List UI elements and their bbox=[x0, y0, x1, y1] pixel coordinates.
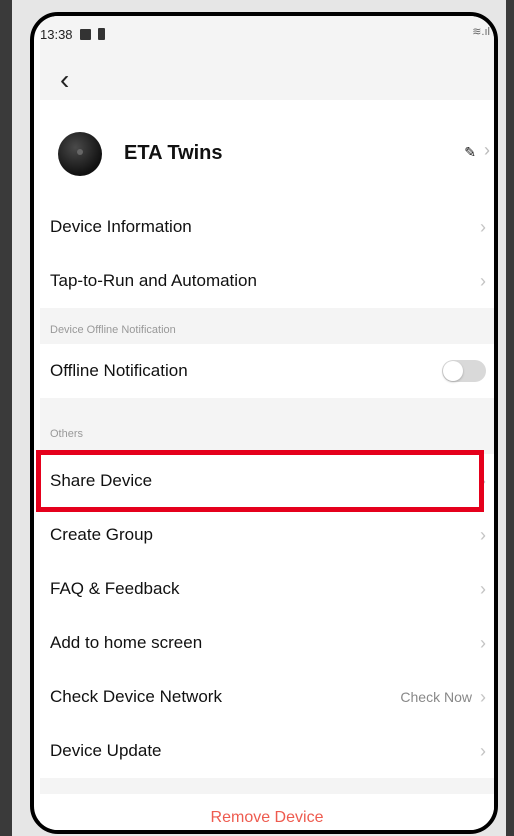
add-home-screen-label: Add to home screen bbox=[50, 633, 203, 652]
offline-notification-label: Offline Notification bbox=[50, 361, 188, 380]
faq-feedback-row[interactable]: FAQ & Feedback › bbox=[40, 562, 494, 616]
chevron-right-icon: › bbox=[480, 270, 486, 291]
device-avatar bbox=[58, 132, 102, 176]
add-home-screen-row[interactable]: Add to home screen › bbox=[40, 616, 494, 670]
chevron-right-icon: › bbox=[480, 686, 486, 707]
chevron-right-icon: › bbox=[480, 632, 486, 653]
offline-notification-row: Offline Notification bbox=[40, 344, 494, 398]
phone-frame: 13:38 ≋.ıl ‹ ETA Twins ✎ › Device Inform… bbox=[30, 12, 498, 834]
status-time: 13:38 bbox=[40, 26, 73, 42]
wifi-signal-icon: ≋.ıl bbox=[472, 26, 490, 38]
avatar-dot bbox=[77, 149, 83, 155]
create-group-row[interactable]: Create Group › bbox=[40, 508, 494, 562]
chevron-right-icon: › bbox=[480, 740, 486, 761]
chevron-right-icon: › bbox=[484, 140, 490, 160]
offline-notification-toggle[interactable] bbox=[442, 360, 486, 382]
edit-icon[interactable]: ✎ bbox=[464, 144, 476, 161]
right-border bbox=[506, 0, 514, 836]
check-device-network-label: Check Device Network bbox=[50, 687, 222, 706]
left-border bbox=[0, 0, 12, 836]
status-bar: 13:38 ≋.ıl bbox=[40, 22, 494, 46]
create-group-label: Create Group bbox=[50, 525, 153, 544]
others-section-label: Others bbox=[50, 428, 84, 440]
device-update-label: Device Update bbox=[50, 741, 162, 760]
device-information-label: Device Information bbox=[50, 217, 192, 236]
check-now-label: Check Now bbox=[400, 689, 472, 705]
remove-device-button[interactable]: Remove Device bbox=[40, 794, 494, 830]
device-header: ETA Twins ✎ › bbox=[40, 100, 494, 200]
tap-to-run-row[interactable]: Tap-to-Run and Automation › bbox=[40, 254, 494, 308]
device-name: ETA Twins bbox=[124, 142, 223, 164]
faq-feedback-label: FAQ & Feedback bbox=[50, 579, 180, 598]
screen: 13:38 ≋.ıl ‹ ETA Twins ✎ › Device Inform… bbox=[40, 16, 494, 830]
check-device-network-row[interactable]: Check Device Network Check Now › bbox=[40, 670, 494, 724]
device-information-row[interactable]: Device Information › bbox=[40, 200, 494, 254]
tap-to-run-label: Tap-to-Run and Automation bbox=[50, 271, 257, 290]
offline-section-label: Device Offline Notification bbox=[50, 324, 176, 336]
chevron-right-icon: › bbox=[480, 524, 486, 545]
chevron-right-icon: › bbox=[480, 216, 486, 237]
chevron-right-icon: › bbox=[480, 578, 486, 599]
battery-icon bbox=[97, 28, 105, 40]
back-icon[interactable]: ‹ bbox=[60, 66, 69, 94]
gallery-icon bbox=[79, 28, 91, 40]
highlight-box bbox=[36, 450, 484, 512]
toggle-knob bbox=[443, 361, 463, 381]
device-update-row[interactable]: Device Update › bbox=[40, 724, 494, 778]
